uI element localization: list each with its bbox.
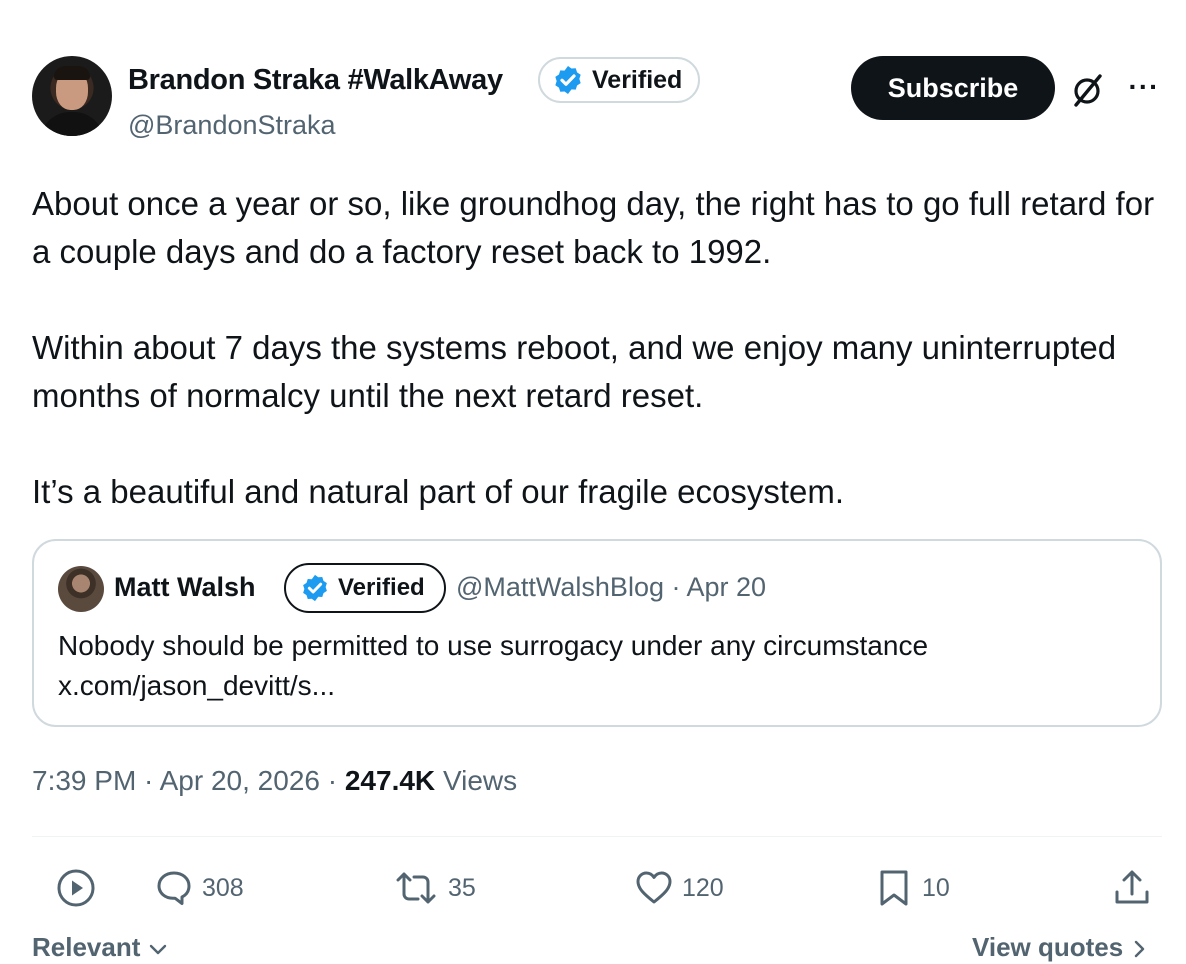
view-quotes-link[interactable]: View quotes: [972, 932, 1148, 963]
grok-icon[interactable]: [1068, 70, 1108, 110]
bookmark-button[interactable]: 10: [874, 866, 950, 910]
like-button[interactable]: 120: [634, 866, 724, 910]
tweet-paragraph: Within about 7 days the systems reboot, …: [32, 329, 1117, 414]
views-count: 247.4K: [344, 765, 436, 796]
share-icon: [1115, 870, 1149, 904]
tweet-date[interactable]: Apr 20, 2026: [160, 765, 320, 796]
bookmark-icon: [880, 870, 908, 906]
more-options-icon[interactable]: ···: [1126, 72, 1162, 102]
heart-icon: [636, 871, 672, 904]
subscribe-button[interactable]: Subscribe: [851, 56, 1055, 120]
tweet-text: About once a year or so, like groundhog …: [32, 180, 1172, 516]
tweet-time[interactable]: 7:39 PM: [32, 765, 136, 796]
verified-badge[interactable]: Verified: [538, 57, 700, 103]
play-circle-icon: [57, 869, 95, 907]
verified-check-icon: [555, 66, 581, 94]
like-count: 120: [682, 873, 724, 902]
reply-count: 308: [202, 873, 244, 902]
share-button[interactable]: [1112, 866, 1152, 910]
play-button[interactable]: [56, 866, 96, 910]
repost-icon: [396, 872, 436, 904]
tweet-meta: 7:39 PM · Apr 20, 2026 · 247.4K Views: [32, 765, 517, 797]
quoted-link[interactable]: x.com/jason_devitt/s...: [58, 666, 1148, 706]
divider: [32, 836, 1162, 837]
quoted-tweet-text: Nobody should be permitted to use surrog…: [58, 626, 1148, 706]
verified-label: Verified: [592, 65, 683, 94]
view-quotes-label: View quotes: [972, 932, 1124, 962]
sort-relevant-dropdown[interactable]: Relevant: [32, 932, 168, 963]
quoted-author-avatar[interactable]: [58, 566, 104, 612]
views-label: Views: [442, 765, 518, 796]
reply-bubble-icon: [157, 871, 191, 905]
author-avatar[interactable]: [32, 56, 112, 136]
tweet-paragraph: It’s a beautiful and natural part of our…: [32, 473, 845, 510]
author-name[interactable]: Brandon Straka #WalkAway: [128, 64, 503, 97]
author-handle[interactable]: @BrandonStraka: [128, 110, 336, 141]
repost-button[interactable]: 35: [392, 866, 476, 910]
meta-separator: ·: [319, 765, 345, 796]
chevron-down-icon: [149, 944, 166, 955]
chevron-right-icon: [1135, 940, 1145, 958]
quoted-author-name[interactable]: Matt Walsh: [114, 572, 256, 603]
relevant-label: Relevant: [32, 932, 141, 962]
quoted-text: Nobody should be permitted to use surrog…: [58, 630, 929, 661]
tweet-paragraph: About once a year or so, like groundhog …: [32, 185, 1155, 270]
verified-check-icon: [303, 574, 327, 602]
grok-slash-icon: [1074, 74, 1102, 107]
quoted-handle-date[interactable]: @MattWalshBlog · Apr 20: [456, 572, 766, 603]
verified-label: Verified: [338, 574, 425, 601]
bookmark-count: 10: [922, 873, 950, 902]
reply-button[interactable]: 308: [154, 866, 244, 910]
meta-separator: ·: [136, 765, 160, 796]
quoted-verified-badge[interactable]: Verified: [284, 563, 446, 613]
repost-count: 35: [448, 873, 476, 902]
